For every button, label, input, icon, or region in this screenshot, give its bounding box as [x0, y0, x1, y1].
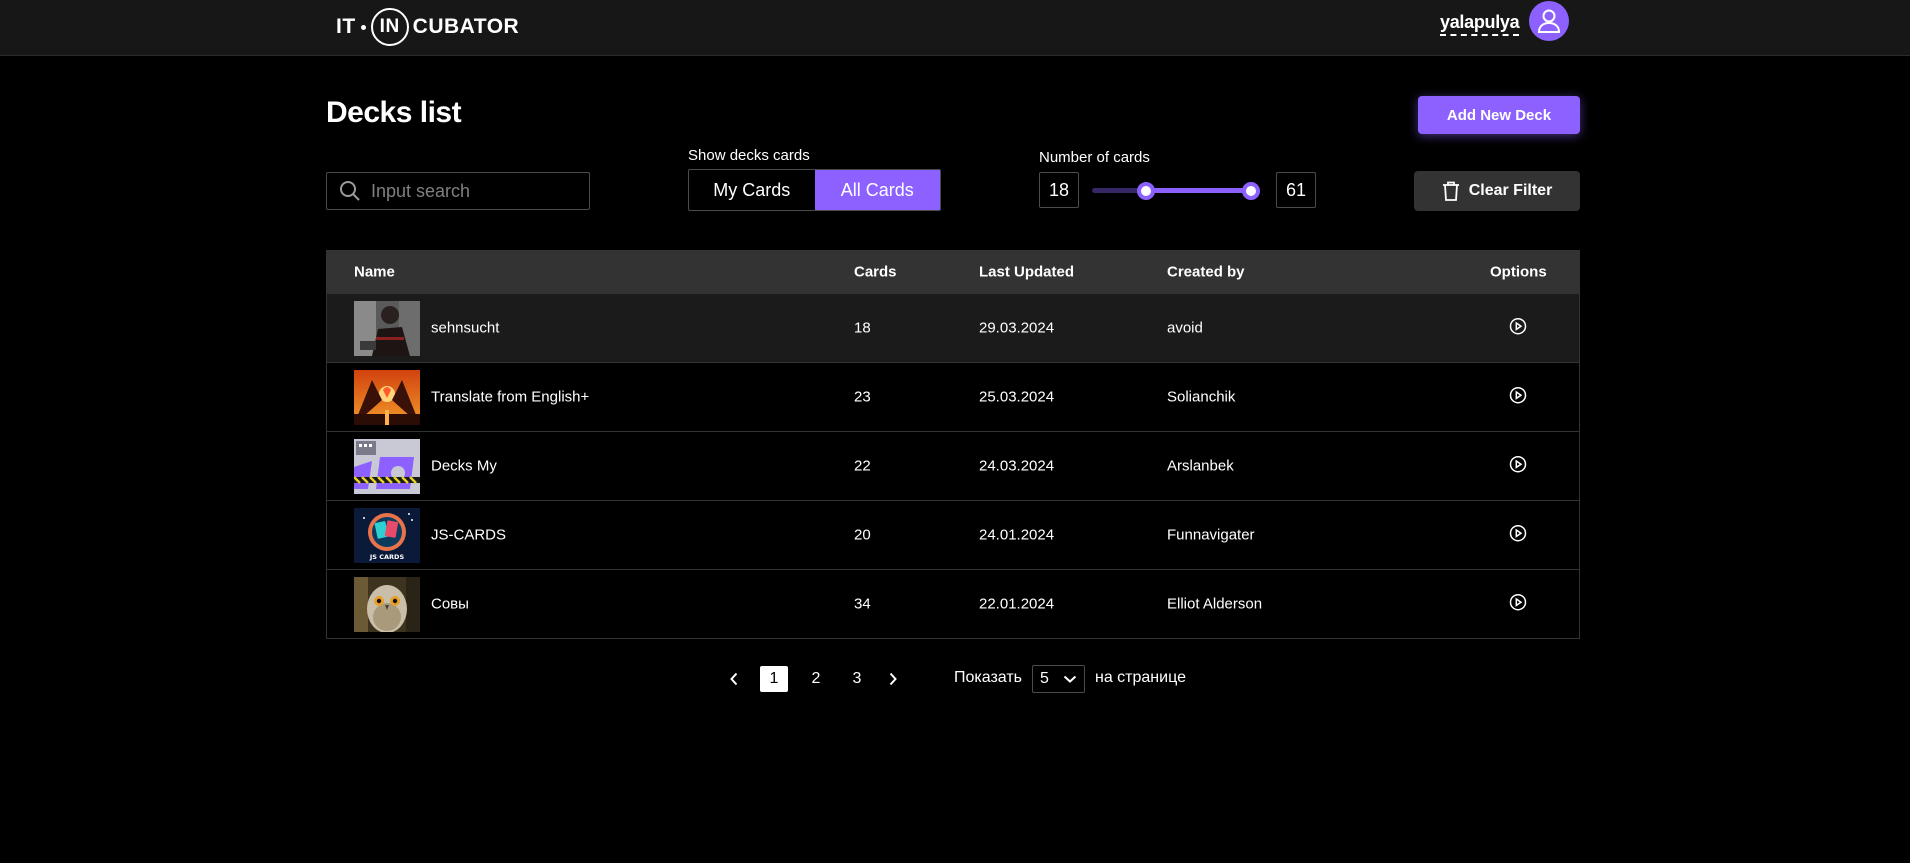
- column-cards[interactable]: Cards: [854, 264, 897, 281]
- logo-text-right: CUBATOR: [412, 15, 520, 38]
- table-row[interactable]: JS CARDS JS-CARDS 20 24.01.2024 Funnavig…: [327, 500, 1579, 569]
- table-row[interactable]: Decks My 22 24.03.2024 Arslanbek: [327, 431, 1579, 500]
- range-slider-fill: [1146, 188, 1252, 193]
- deck-cards-count: 34: [854, 595, 871, 613]
- js-cards-thumb-text: JS CARDS: [369, 553, 405, 561]
- range-max-value: 61: [1276, 172, 1316, 208]
- cards-toggle: My Cards All Cards: [688, 169, 941, 211]
- deck-last-updated: 29.03.2024: [979, 319, 1055, 337]
- deck-cards-count: 20: [854, 526, 871, 544]
- add-new-deck-button[interactable]: Add New Deck: [1418, 96, 1580, 134]
- play-icon[interactable]: [1509, 593, 1527, 611]
- trash-icon: [1442, 181, 1459, 201]
- deck-last-updated: 25.03.2024: [979, 388, 1055, 406]
- chevron-left-icon[interactable]: [724, 669, 744, 689]
- logo-text-left: IT: [336, 15, 356, 38]
- deck-last-updated: 22.01.2024: [979, 595, 1055, 613]
- page-1-button[interactable]: 1: [760, 666, 788, 692]
- pagination: 1 2 3: [724, 665, 903, 693]
- page-3-button[interactable]: 3: [843, 666, 871, 692]
- chevron-down-icon: [1063, 675, 1077, 683]
- decks-table: Name Cards Last Updated Created by Optio…: [326, 250, 1580, 639]
- deck-name[interactable]: JS-CARDS: [431, 527, 506, 544]
- logo-dot: [360, 24, 366, 30]
- deck-cover-image: [354, 301, 420, 356]
- deck-name[interactable]: Decks My: [431, 458, 497, 475]
- show-decks-label: Show decks cards: [688, 147, 810, 164]
- deck-cover-image: [354, 577, 420, 632]
- search-placeholder: Input search: [371, 180, 471, 201]
- search-input[interactable]: Input search: [326, 172, 590, 210]
- table-header: Name Cards Last Updated Created by Optio…: [327, 251, 1579, 293]
- play-icon[interactable]: [1509, 386, 1527, 404]
- per-page-label: на странице: [1095, 669, 1186, 686]
- tab-all-cards[interactable]: All Cards: [814, 170, 940, 210]
- deck-author: Arslanbek: [1167, 457, 1234, 475]
- deck-last-updated: 24.01.2024: [979, 526, 1055, 544]
- username-link[interactable]: yalapulya: [1440, 12, 1520, 36]
- deck-name[interactable]: Совы: [431, 596, 469, 613]
- per-page-value: 5: [1040, 670, 1049, 687]
- deck-name[interactable]: sehnsucht: [431, 320, 499, 337]
- per-page-select[interactable]: 5: [1032, 665, 1085, 693]
- top-header: IT IN CUBATOR yalapulya: [0, 0, 1910, 56]
- deck-author: Solianchik: [1167, 388, 1236, 406]
- range-slider-min-handle[interactable]: [1137, 182, 1155, 200]
- deck-cover-image: JS CARDS: [354, 508, 420, 563]
- app-logo[interactable]: IT IN CUBATOR: [336, 8, 519, 46]
- deck-cards-count: 23: [854, 388, 871, 406]
- deck-cards-count: 18: [854, 319, 871, 337]
- logo-circle: IN: [370, 8, 409, 46]
- column-created-by[interactable]: Created by: [1167, 264, 1245, 281]
- search-icon: [340, 181, 360, 201]
- deck-cover-image: [354, 439, 420, 494]
- clear-filter-label: Clear Filter: [1468, 182, 1553, 199]
- number-of-cards-label: Number of cards: [1039, 149, 1150, 166]
- range-slider-track[interactable]: [1092, 188, 1252, 193]
- play-icon[interactable]: [1509, 524, 1527, 542]
- range-slider-max-handle[interactable]: [1242, 182, 1260, 200]
- deck-author: Funnavigater: [1167, 526, 1255, 544]
- deck-last-updated: 24.03.2024: [979, 457, 1055, 475]
- table-row[interactable]: Translate from English+ 23 25.03.2024 So…: [327, 362, 1579, 431]
- chevron-right-icon[interactable]: [883, 669, 903, 689]
- user-icon[interactable]: [1529, 1, 1569, 41]
- deck-author: avoid: [1167, 319, 1203, 337]
- page-title: Decks list: [326, 96, 462, 129]
- column-last-updated[interactable]: Last Updated: [979, 264, 1074, 281]
- deck-author: Elliot Alderson: [1167, 595, 1263, 613]
- page-2-button[interactable]: 2: [802, 666, 830, 692]
- range-min-value: 18: [1039, 172, 1079, 208]
- table-row[interactable]: sehnsucht 18 29.03.2024 avoid: [327, 293, 1579, 362]
- clear-filter-button[interactable]: Clear Filter: [1414, 171, 1580, 211]
- column-name[interactable]: Name: [354, 264, 395, 281]
- show-per-page-label: Показать: [954, 669, 1023, 686]
- play-icon[interactable]: [1509, 455, 1527, 473]
- column-options: Options: [1490, 263, 1547, 281]
- deck-name[interactable]: Translate from English+: [431, 389, 589, 406]
- tab-my-cards[interactable]: My Cards: [689, 170, 815, 210]
- play-icon[interactable]: [1509, 317, 1527, 335]
- deck-cards-count: 22: [854, 457, 871, 475]
- table-row[interactable]: Совы 34 22.01.2024 Elliot Alderson: [327, 569, 1579, 638]
- deck-cover-image: [354, 370, 420, 425]
